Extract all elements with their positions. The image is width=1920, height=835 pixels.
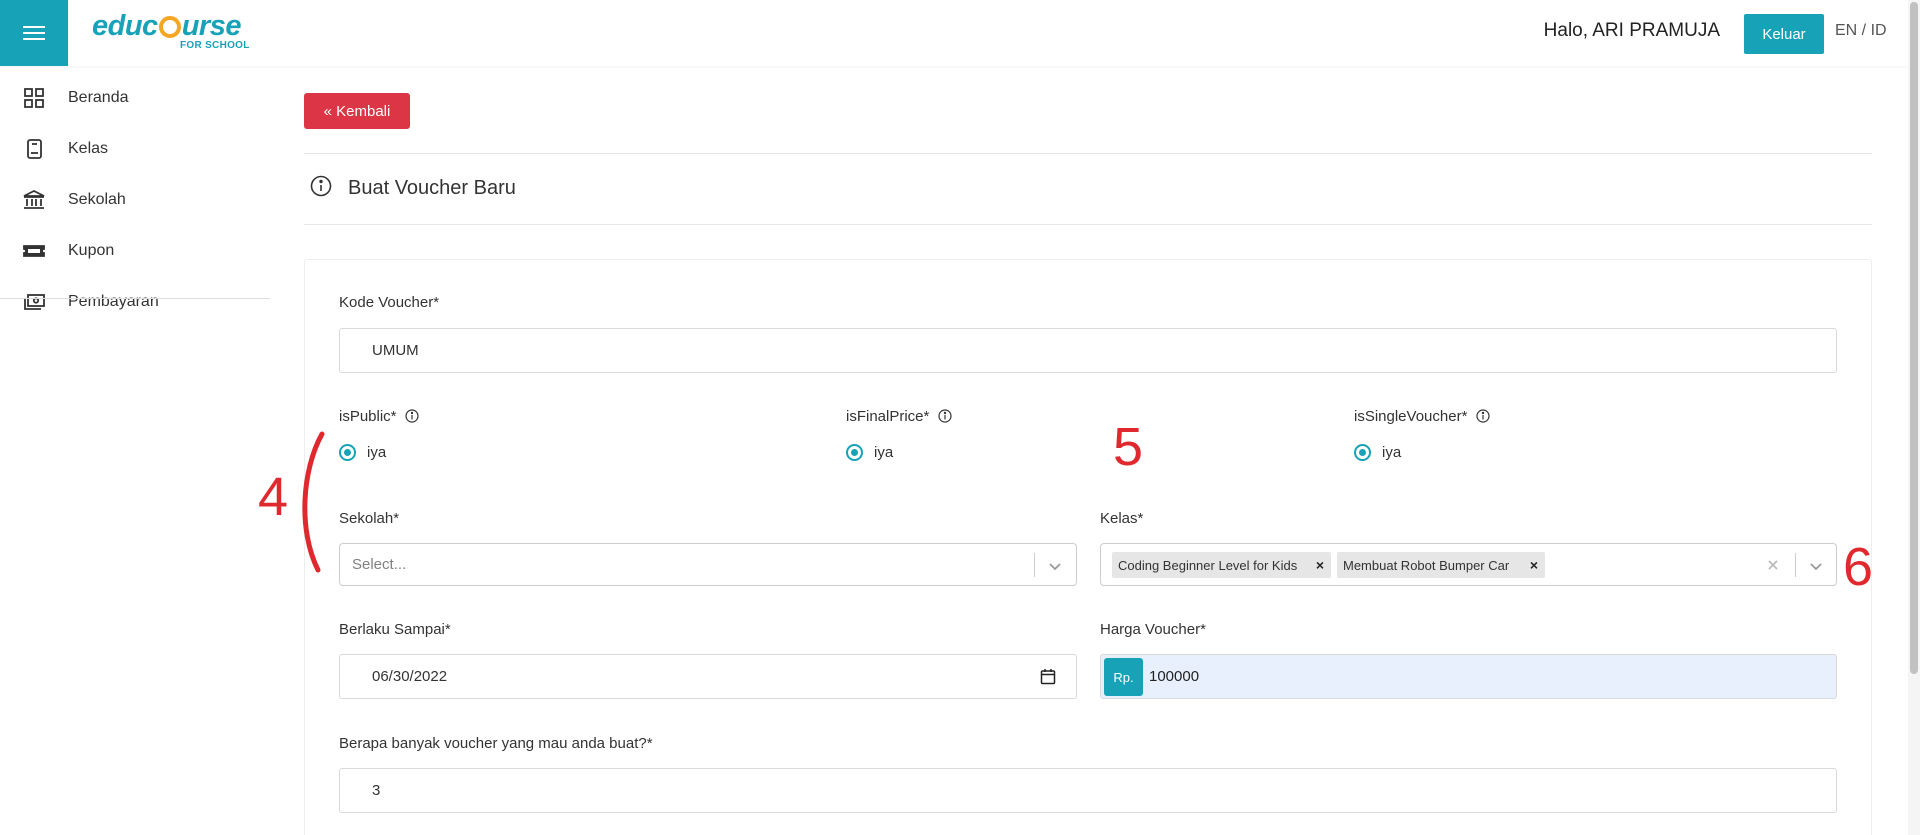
select-separator: [1795, 553, 1796, 577]
chevron-down-icon[interactable]: [1046, 557, 1064, 575]
logo-o-icon: [158, 16, 181, 38]
class-tag: Coding Beginner Level for Kids ×: [1112, 552, 1331, 578]
info-icon: [310, 175, 332, 201]
school-label: Sekolah*: [339, 510, 400, 527]
sidebar-item-kelas[interactable]: Kelas: [0, 123, 270, 174]
class-tag: Membuat Robot Bumper Car ×: [1337, 552, 1545, 578]
logo-text-part-a: educ: [92, 10, 158, 42]
radio-label: iya: [1382, 444, 1402, 461]
page-title-text: Buat Voucher Baru: [348, 176, 516, 199]
is-public-radio-iya[interactable]: iya: [339, 444, 386, 461]
remove-tag-icon[interactable]: ×: [1309, 552, 1331, 578]
page-title: Buat Voucher Baru: [310, 175, 516, 201]
is-final-price-label-text: isFinalPrice*: [846, 408, 930, 425]
select-separator: [1034, 553, 1035, 577]
is-final-price-label: isFinalPrice*: [846, 408, 952, 427]
sidebar-divider: [0, 298, 270, 299]
app-logo[interactable]: educ urse FOR SCHOOL: [92, 10, 250, 58]
voucher-code-label: Kode Voucher*: [339, 294, 440, 311]
annotation-bracket: [302, 431, 325, 573]
school-select-placeholder: Select...: [352, 556, 407, 573]
calendar-icon[interactable]: [1040, 668, 1056, 689]
currency-prefix: Rp.: [1104, 658, 1143, 696]
sidebar: Beranda Kelas Sekolah Kupon Pembayaran: [0, 66, 270, 327]
sidebar-item-label: Kelas: [68, 139, 109, 157]
payment-icon: [22, 290, 46, 314]
logo-text-part-b: urse: [181, 10, 242, 42]
back-button[interactable]: « Kembali: [304, 93, 410, 129]
sidebar-item-beranda[interactable]: Beranda: [0, 72, 270, 123]
menu-toggle-button[interactable]: [0, 0, 68, 66]
quantity-input[interactable]: 3: [339, 768, 1837, 813]
class-tag-label: Coding Beginner Level for Kids: [1118, 557, 1298, 573]
sidebar-item-label: Sekolah: [68, 190, 126, 208]
scrollbar-thumb[interactable]: [1910, 2, 1918, 674]
is-public-label-text: isPublic*: [339, 408, 397, 425]
is-single-voucher-label-text: isSingleVoucher*: [1354, 408, 1468, 425]
radio-selected-icon: [1354, 444, 1371, 461]
sidebar-item-sekolah[interactable]: Sekolah: [0, 174, 270, 225]
sidebar-item-label: Beranda: [68, 88, 129, 106]
price-label: Harga Voucher*: [1100, 621, 1206, 638]
class-label: Kelas*: [1100, 510, 1144, 527]
is-public-label: isPublic*: [339, 408, 419, 427]
logo-subtitle: FOR SCHOOL: [180, 40, 250, 51]
institution-icon: [22, 188, 46, 212]
book-icon: [22, 137, 46, 161]
valid-until-label: Berlaku Sampai*: [339, 621, 451, 638]
chevron-down-icon[interactable]: [1807, 557, 1825, 575]
radio-selected-icon: [846, 444, 863, 461]
sidebar-item-pembayaran[interactable]: Pembayaran: [0, 276, 270, 327]
class-multi-select[interactable]: Coding Beginner Level for Kids × Membuat…: [1100, 543, 1837, 586]
radio-selected-icon: [339, 444, 356, 461]
page-scrollbar[interactable]: [1908, 0, 1920, 835]
logout-button[interactable]: Keluar: [1744, 14, 1824, 54]
annotation-mark-5: 5: [1113, 417, 1144, 477]
annotation-mark-4: 4: [258, 467, 289, 527]
date-value: 06/30/2022: [372, 668, 448, 685]
grid-icon: [22, 86, 46, 110]
is-final-price-radio-iya[interactable]: iya: [846, 444, 893, 461]
voucher-code-input[interactable]: UMUM: [339, 328, 1837, 373]
class-tag-label: Membuat Robot Bumper Car: [1343, 557, 1510, 573]
user-greeting: Halo, ARI PRAMUJA: [1543, 20, 1720, 41]
quantity-label: Berapa banyak voucher yang mau anda buat…: [339, 735, 653, 752]
ticket-icon: [22, 239, 46, 263]
sidebar-item-kupon[interactable]: Kupon: [0, 225, 270, 276]
info-icon[interactable]: [937, 409, 952, 427]
hamburger-icon: [23, 26, 45, 40]
annotation-mark-6: 6: [1843, 537, 1874, 597]
price-input[interactable]: Rp. 100000: [1100, 654, 1837, 699]
school-select[interactable]: Select...: [339, 543, 1077, 586]
top-navbar: educ urse FOR SCHOOL Halo, ARI PRAMUJA Ke…: [0, 0, 1908, 66]
sidebar-item-label: Kupon: [68, 241, 115, 259]
info-icon[interactable]: [1475, 409, 1490, 427]
divider: [304, 153, 1872, 154]
language-toggle[interactable]: EN / ID: [1835, 22, 1887, 40]
clear-selection-icon[interactable]: [1764, 556, 1782, 574]
is-single-voucher-radio-iya[interactable]: iya: [1354, 444, 1401, 461]
sidebar-item-label: Pembayaran: [68, 292, 159, 310]
info-icon[interactable]: [405, 409, 419, 427]
is-single-voucher-label: isSingleVoucher*: [1354, 408, 1490, 427]
radio-label: iya: [367, 444, 387, 461]
valid-until-date-input[interactable]: 06/30/2022: [339, 654, 1077, 699]
remove-tag-icon[interactable]: ×: [1523, 552, 1545, 578]
price-value: 100000: [1149, 668, 1200, 685]
divider: [304, 224, 1872, 225]
radio-label: iya: [874, 444, 894, 461]
